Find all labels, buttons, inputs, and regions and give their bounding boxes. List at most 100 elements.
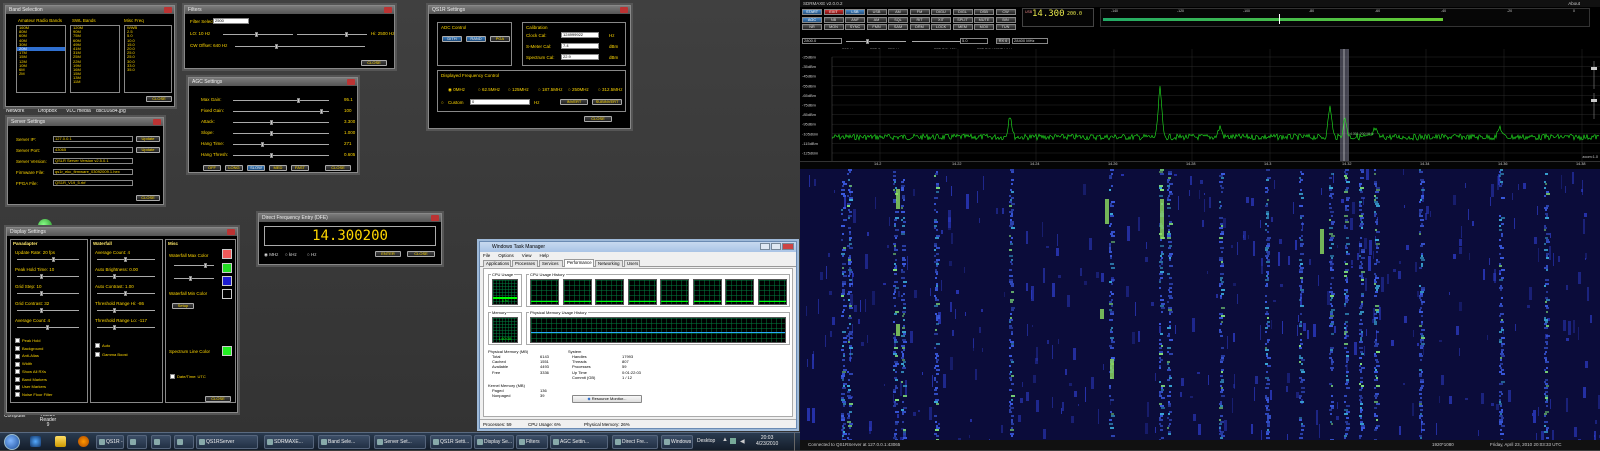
sdr-button-cw[interactable]: CW [995, 9, 1016, 15]
taskbar-item[interactable]: Server Set... [374, 435, 426, 449]
folder-icon[interactable] [55, 436, 66, 447]
slider-thumb[interactable] [51, 257, 55, 262]
close-icon[interactable] [227, 229, 235, 235]
sdr-button-dsb[interactable]: DSB [974, 9, 994, 15]
rand-button[interactable]: RAND [466, 36, 486, 42]
desktop-icon-vlc[interactable]: VLC media [66, 108, 91, 114]
invert-button[interactable]: INVERT [560, 99, 588, 105]
sdr-button-usb[interactable]: USB [866, 9, 887, 15]
pan-checkbox[interactable]: Background [15, 346, 43, 351]
custom-freq-input[interactable]: 0 [470, 99, 530, 105]
agc-med-button[interactable]: MED [269, 165, 287, 171]
agc-off-button[interactable]: OFF [203, 165, 221, 171]
server-row-input[interactable]: qs1r_ekc_firmware_03092009.1.hex [53, 169, 133, 175]
server-row-input[interactable]: 43065 [53, 147, 133, 153]
cw-offset-slider[interactable] [235, 44, 365, 49]
band-list-item[interactable]: 35.0 [125, 67, 171, 72]
resource-monitor-button[interactable]: ◆ Resource Monitor... [572, 395, 642, 403]
taskbar-item[interactable]: Windows ... [661, 435, 693, 449]
slider-thumb[interactable] [260, 142, 264, 147]
cal-row-input[interactable]: 7.4 [561, 43, 599, 49]
utc-checkbox[interactable]: Date/Time: UTC [170, 374, 206, 379]
pan-checkbox[interactable]: Noise Floor Filter [15, 392, 52, 397]
agc-slow-button[interactable]: SLOW [247, 165, 265, 171]
sdr-button-tun[interactable]: TUN [995, 24, 1016, 30]
pan-checkbox[interactable]: User Markers [15, 384, 46, 389]
agc-fast-button[interactable]: FAST [291, 165, 309, 171]
frequency-display[interactable]: 14.300 [1032, 9, 1065, 19]
menu-view[interactable]: View [522, 253, 532, 258]
pan-checkbox[interactable]: Band Markers [15, 377, 47, 382]
sdr-button-nb[interactable]: NB [823, 16, 844, 23]
dfc-radio[interactable]: ○ 187.5MHz [538, 87, 562, 92]
dfc-radio[interactable]: ○ 312.5MHz [598, 87, 622, 92]
desktop-icon-computer[interactable]: Computer [4, 413, 26, 419]
pga-button[interactable]: PGA [490, 36, 510, 42]
close-icon[interactable] [620, 7, 628, 13]
color-slider-2[interactable] [174, 276, 214, 281]
display-titlebar[interactable]: Display Settings [7, 228, 237, 236]
tab-applications[interactable]: Applications [483, 260, 511, 267]
pan-row-slider[interactable] [17, 291, 79, 296]
dfe-titlebar[interactable]: Direct Frequency Entry (DFE) [259, 214, 441, 222]
wf-blue-color-swatch[interactable] [222, 276, 232, 286]
sdr-button-digl[interactable]: DIGL [952, 9, 973, 15]
sdr-button-bin[interactable]: BIN [995, 16, 1016, 23]
auto-checkbox[interactable]: Auto [95, 343, 110, 348]
sdr-button-anf[interactable]: ANF [845, 16, 865, 23]
taskbar-item[interactable]: QS1R - Q... [96, 435, 124, 449]
task-manager-titlebar[interactable]: Windows Task Manager [480, 242, 796, 252]
menu-options[interactable]: Options [498, 253, 514, 258]
slider-thumb[interactable] [269, 131, 273, 136]
taskbar-item[interactable] [127, 435, 147, 449]
dith-button[interactable]: DITH [442, 36, 462, 42]
close-icon[interactable] [384, 7, 392, 13]
sdr-button-lock[interactable]: LOCK [931, 24, 951, 30]
waterfall-display[interactable] [800, 169, 1600, 440]
dfe-close-button[interactable]: CLOSE [407, 251, 435, 257]
agc-row-slider[interactable] [233, 153, 329, 158]
sdr-button-am[interactable]: AM [888, 9, 908, 15]
close-icon[interactable] [164, 7, 172, 13]
taskbar-item[interactable]: Band Sele... [318, 435, 370, 449]
slider-thumb[interactable] [269, 120, 273, 125]
network-tray-icon[interactable] [730, 438, 736, 444]
slider-thumb[interactable] [269, 153, 273, 158]
close-icon[interactable] [347, 79, 355, 85]
wf-row-slider[interactable] [97, 291, 155, 296]
server-update-button[interactable]: Update [136, 147, 160, 153]
taskbar-item[interactable] [151, 435, 171, 449]
sdr-button-sql[interactable]: SQL [888, 16, 908, 23]
slider-thumb[interactable] [113, 325, 117, 330]
agc-titlebar[interactable]: AGC Settings [189, 78, 357, 86]
maximize-icon[interactable] [771, 243, 781, 250]
slider-thumb[interactable] [46, 325, 49, 330]
pan-row-slider[interactable] [17, 325, 79, 330]
close-icon[interactable] [782, 243, 794, 250]
desktop-button[interactable]: Desktop [697, 438, 715, 444]
start-button[interactable] [4, 434, 20, 450]
hi-slider[interactable] [297, 32, 367, 37]
about-link[interactable]: About [1568, 0, 1580, 7]
cal-row-input[interactable]: 124999922 [561, 32, 599, 38]
dfc-radio[interactable]: ◉ 0MHz [448, 87, 465, 93]
pan-checkbox[interactable]: Peak Hold [15, 338, 40, 343]
sdr-button-rit[interactable]: RIT [909, 16, 930, 23]
taskbar-item[interactable]: Display Se... [474, 435, 514, 449]
volume-tray-icon[interactable]: ◀ [740, 438, 745, 445]
server-row-input[interactable]: 127.0.0.1 [53, 136, 133, 142]
ie-icon[interactable] [30, 436, 41, 447]
agc-row-slider[interactable] [233, 131, 329, 136]
tab-networking[interactable]: Networking [595, 260, 623, 267]
server-row-input[interactable]: QS1R_V19_5.rbf [53, 180, 133, 186]
taskbar-item[interactable]: QS1RServer [196, 435, 258, 449]
sdr-button-nr[interactable]: NR [802, 24, 822, 30]
taskbar-item[interactable]: Filters [516, 435, 548, 449]
band-list-item[interactable]: 11M [71, 80, 119, 84]
desktop-icon-dropbox[interactable]: Dropbox [38, 108, 57, 114]
sdr-button-drm[interactable]: DRM [909, 24, 930, 30]
sdr-button-lsb[interactable]: LSB [845, 9, 865, 15]
sdr-button-sync[interactable]: SYNC [845, 24, 865, 30]
agc-long-button[interactable]: LONG [225, 165, 243, 171]
clock[interactable]: 20:03 4/23/2010 [756, 435, 778, 447]
